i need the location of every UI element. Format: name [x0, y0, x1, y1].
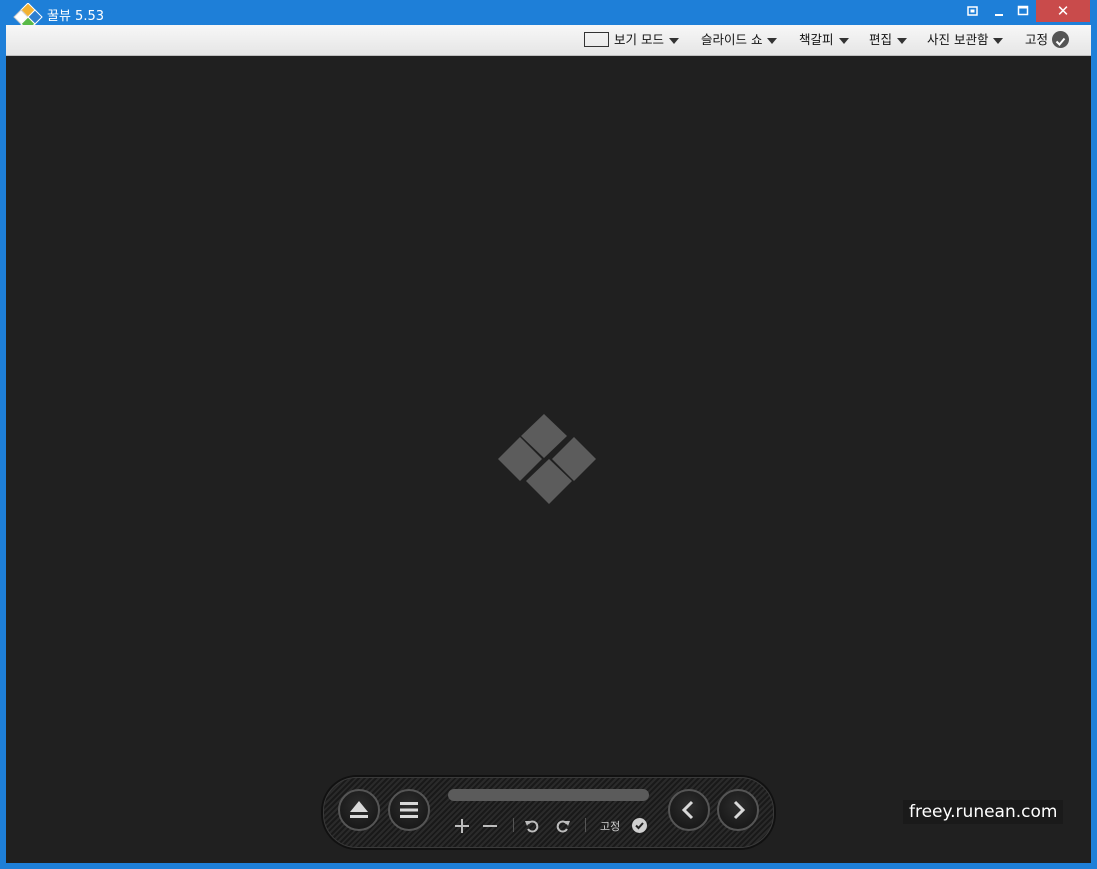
- close-icon: ✕: [1056, 2, 1070, 20]
- divider: [513, 818, 514, 832]
- divider: [585, 818, 586, 832]
- menu-photo-storage-label: 사진 보관함: [927, 32, 989, 47]
- chevron-down-icon: [838, 37, 849, 44]
- minimize-icon: [995, 14, 1003, 16]
- maximize-button[interactable]: [1010, 0, 1036, 22]
- previous-button[interactable]: [668, 789, 710, 831]
- menu-bookmark-label: 책갈피: [799, 32, 834, 47]
- check-icon: [1052, 31, 1070, 48]
- eject-icon: [350, 801, 368, 818]
- chevron-down-icon: [897, 37, 908, 44]
- rotate-left-icon[interactable]: [524, 818, 540, 834]
- watermark-text: freey.runean.com: [903, 800, 1064, 824]
- maximize-icon: [1017, 5, 1029, 16]
- capture-icon: [967, 6, 978, 16]
- next-button[interactable]: [717, 789, 759, 831]
- fullscreen-icon: [584, 32, 609, 47]
- window-title: 꿀뷰 5.53: [47, 9, 104, 24]
- menu-bookmark[interactable]: 책갈피: [799, 25, 849, 55]
- menu-slideshow-label: 슬라이드 쇼: [701, 32, 763, 47]
- minimize-button[interactable]: [986, 0, 1012, 22]
- chevron-down-icon: [668, 37, 679, 44]
- zoom-in-icon[interactable]: [454, 818, 470, 834]
- check-icon[interactable]: [632, 818, 647, 833]
- close-button[interactable]: ✕: [1036, 0, 1090, 22]
- image-viewer[interactable]: 고정 freey.runean.com: [6, 56, 1091, 863]
- zoom-out-icon[interactable]: [482, 818, 498, 834]
- menu-edit-label: 편집: [869, 32, 893, 47]
- menu-edit[interactable]: 편집: [869, 25, 908, 55]
- chevron-down-icon: [767, 37, 778, 44]
- rotate-right-icon[interactable]: [555, 818, 571, 834]
- chevron-down-icon: [993, 37, 1004, 44]
- panel-pin-label[interactable]: 고정: [600, 818, 620, 834]
- menu-slideshow[interactable]: 슬라이드 쇼: [701, 25, 778, 55]
- menu-photo-storage[interactable]: 사진 보관함: [927, 25, 1004, 55]
- menu-view-mode[interactable]: 보기 모드: [584, 25, 679, 55]
- chevron-right-icon: [733, 800, 746, 820]
- menu-pin[interactable]: 고정: [1025, 25, 1070, 55]
- kkulview-logo-icon: [498, 414, 596, 504]
- menu-pin-label: 고정: [1025, 32, 1049, 47]
- control-panel: 고정: [323, 777, 774, 848]
- menu-button[interactable]: [388, 789, 430, 831]
- title-bar: 꿀뷰 5.53 ✕: [0, 0, 1097, 29]
- menu-bar: 보기 모드 슬라이드 쇼 책갈피 편집 사진 보관함 고정: [6, 25, 1091, 56]
- chevron-left-icon: [681, 800, 694, 820]
- menu-view-mode-label: 보기 모드: [614, 32, 664, 47]
- eject-button[interactable]: [338, 789, 380, 831]
- hamburger-icon: [400, 802, 418, 818]
- capture-button[interactable]: [960, 0, 986, 22]
- progress-slider[interactable]: [448, 789, 649, 801]
